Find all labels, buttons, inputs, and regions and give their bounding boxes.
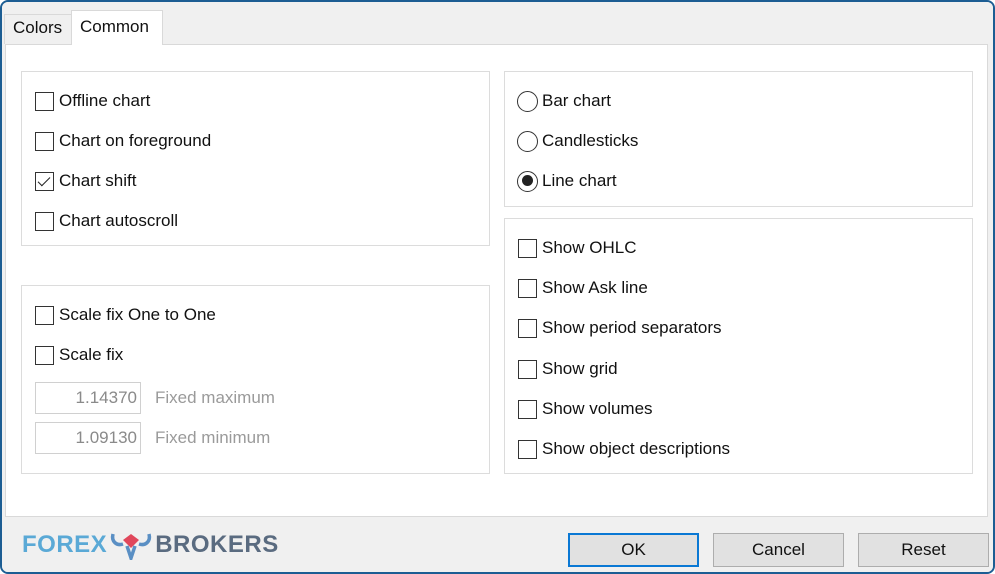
checkbox-box[interactable] — [35, 211, 54, 231]
general-options-group: Offline chart Chart on foreground Chart … — [21, 71, 490, 246]
dialog-footer: FOREX BROKERS OK Cancel Reset — [2, 518, 993, 572]
checkbox-label: Show volumes — [542, 399, 653, 418]
checkbox-box[interactable] — [518, 318, 537, 338]
bar-chart-radio[interactable]: Bar chart — [517, 89, 611, 113]
display-options-group: Show OHLC Show Ask line Show period sepa… — [504, 218, 973, 474]
common-tab-page: Offline chart Chart on foreground Chart … — [5, 44, 988, 517]
candlesticks-radio[interactable]: Candlesticks — [517, 129, 638, 153]
scale-fix-checkbox[interactable]: Scale fix — [35, 343, 123, 367]
checkbox-label: Chart shift — [59, 171, 137, 190]
chart-shift-checkbox[interactable]: Chart shift — [35, 169, 136, 193]
fixed-minimum-row: Fixed minimum — [35, 422, 270, 454]
checkbox-box[interactable] — [518, 238, 537, 258]
checkbox-label: Show OHLC — [542, 238, 637, 257]
checkbox-box[interactable] — [35, 131, 54, 151]
radio-button-selected[interactable] — [517, 170, 538, 192]
checkbox-label: Offline chart — [59, 91, 151, 110]
fixed-minimum-input[interactable] — [35, 422, 141, 454]
checkbox-box[interactable] — [518, 399, 537, 419]
checkbox-label: Show Ask line — [542, 278, 648, 297]
checkbox-box[interactable] — [35, 305, 54, 325]
line-chart-radio[interactable]: Line chart — [517, 169, 617, 193]
scale-fix-one-to-one-checkbox[interactable]: Scale fix One to One — [35, 303, 216, 327]
forexbrokers-watermark-logo: FOREX BROKERS — [22, 530, 279, 560]
offline-chart-checkbox[interactable]: Offline chart — [35, 89, 150, 113]
checkbox-label: Scale fix One to One — [59, 305, 216, 324]
radio-label: Bar chart — [542, 91, 611, 110]
chart-properties-dialog: Colors Common Offline chart Chart on for… — [0, 0, 995, 574]
show-period-separators-checkbox[interactable]: Show period separators — [518, 316, 722, 340]
fixed-minimum-label: Fixed minimum — [155, 428, 271, 447]
radio-label: Line chart — [542, 171, 617, 190]
show-ohlc-checkbox[interactable]: Show OHLC — [518, 236, 636, 260]
logo-text-forex: FOREX — [22, 531, 108, 558]
checkbox-box[interactable] — [518, 359, 537, 379]
cancel-button[interactable]: Cancel — [713, 533, 844, 567]
checkbox-box[interactable] — [518, 278, 537, 298]
checkbox-label: Show grid — [542, 359, 618, 378]
fixed-maximum-label: Fixed maximum — [155, 388, 275, 407]
radio-button[interactable] — [517, 130, 538, 152]
radio-label: Candlesticks — [542, 131, 639, 150]
checkbox-box-checked[interactable] — [35, 171, 54, 191]
fixed-maximum-row: Fixed maximum — [35, 382, 275, 414]
tab-colors[interactable]: Colors — [4, 14, 72, 44]
checkbox-label: Show period separators — [542, 318, 722, 337]
tab-common[interactable]: Common — [71, 10, 163, 45]
tab-strip: Colors Common — [2, 2, 993, 45]
fixed-maximum-input[interactable] — [35, 382, 141, 414]
checkbox-box[interactable] — [35, 91, 54, 111]
checkbox-label: Scale fix — [59, 345, 124, 364]
logo-text-brokers: BROKERS — [155, 531, 279, 558]
bull-head-icon — [111, 533, 152, 560]
checkbox-label: Chart autoscroll — [59, 211, 179, 230]
chart-on-foreground-checkbox[interactable]: Chart on foreground — [35, 129, 211, 153]
chart-autoscroll-checkbox[interactable]: Chart autoscroll — [35, 209, 178, 233]
reset-button[interactable]: Reset — [858, 533, 989, 567]
show-volumes-checkbox[interactable]: Show volumes — [518, 397, 653, 421]
radio-button[interactable] — [517, 90, 538, 112]
ok-button[interactable]: OK — [568, 533, 699, 567]
checkbox-label: Chart on foreground — [59, 131, 212, 150]
show-object-descriptions-checkbox[interactable]: Show object descriptions — [518, 437, 730, 461]
show-grid-checkbox[interactable]: Show grid — [518, 357, 618, 381]
checkbox-box[interactable] — [35, 345, 54, 365]
scale-options-group: Scale fix One to One Scale fix Fixed max… — [21, 285, 490, 474]
show-ask-line-checkbox[interactable]: Show Ask line — [518, 276, 648, 300]
checkbox-box[interactable] — [518, 439, 537, 459]
checkbox-label: Show object descriptions — [542, 439, 731, 458]
chart-type-group: Bar chart Candlesticks Line chart — [504, 71, 973, 207]
